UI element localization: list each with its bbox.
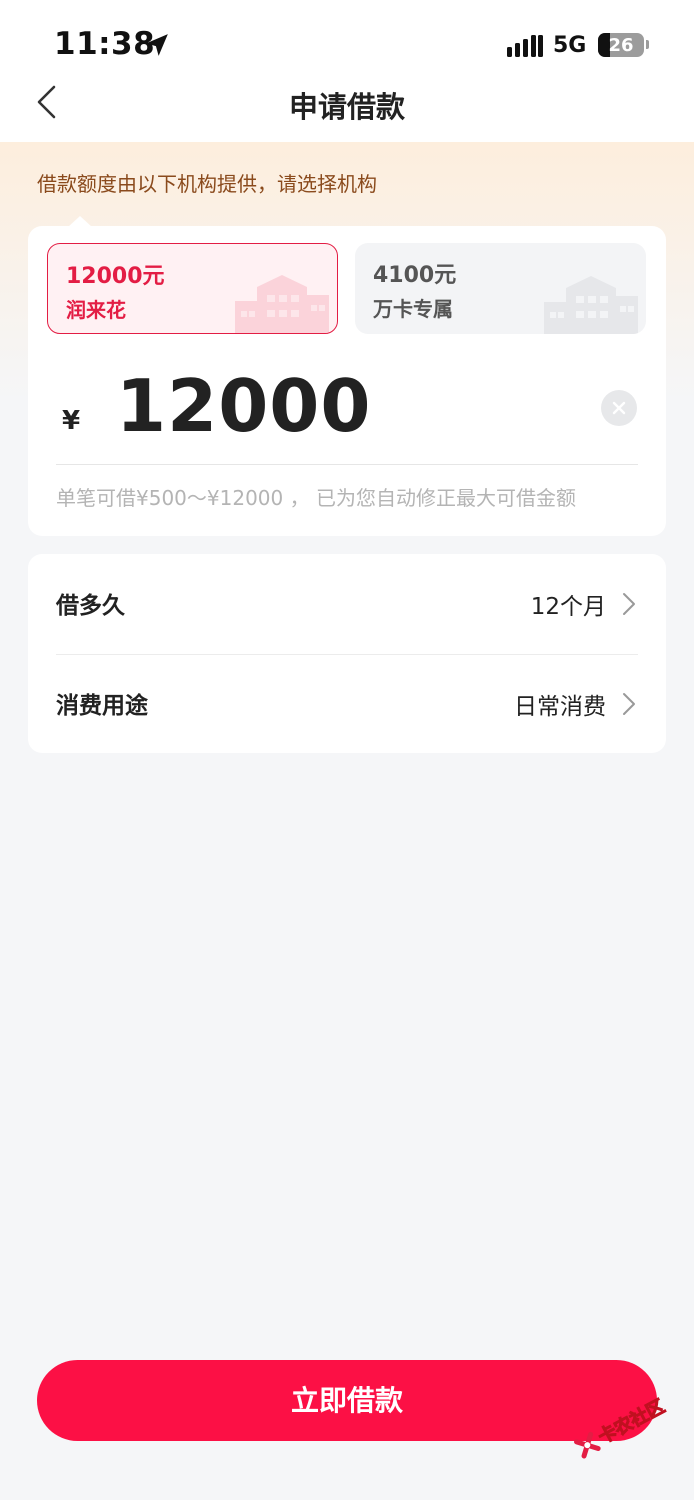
loan-term-value: 12个月 [530, 594, 606, 620]
currency-symbol: ¥ [62, 406, 81, 436]
watermark-text: 卡农社区 [594, 1395, 669, 1449]
nav-bar: 申请借款 [0, 70, 694, 142]
battery-level: 26 [608, 35, 634, 56]
institution-option-wanka[interactable]: 4100元 万卡专属 [355, 243, 646, 334]
location-arrow-icon [146, 34, 168, 56]
page-title: 申请借款 [288, 90, 405, 124]
institution-amount: 4100元 [373, 263, 457, 288]
amount-divider [56, 464, 638, 465]
chevron-right-icon [623, 593, 635, 615]
notice-text: 借款额度由以下机构提供，请选择机构 [37, 172, 377, 196]
institution-name: 润来花 [66, 298, 126, 322]
status-time: 11:38 [54, 26, 156, 62]
institution-option-runlaihua[interactable]: 12000元 润来花 [47, 243, 338, 334]
battery-icon: 26 [598, 33, 644, 57]
close-icon [612, 401, 626, 415]
loan-purpose-row[interactable]: 消费用途 日常消费 [28, 654, 666, 752]
chevron-right-icon [623, 693, 635, 715]
building-icon [544, 276, 638, 334]
signal-bars-icon [507, 35, 543, 57]
building-icon [235, 275, 329, 333]
loan-purpose-label: 消费用途 [56, 693, 148, 719]
loan-amount-card: 12000元 润来花 4100元 万卡专属 ¥ 12000 单笔可借¥500～¥… [28, 226, 666, 536]
loan-options-card: 借多久 12个月 消费用途 日常消费 [28, 554, 666, 753]
loan-term-label: 借多久 [56, 593, 125, 619]
battery-nub [646, 40, 649, 49]
institution-amount: 12000元 [66, 264, 165, 289]
apply-loan-button[interactable]: 立即借款 [37, 1360, 657, 1441]
loan-purpose-value: 日常消费 [514, 694, 606, 720]
clear-amount-button[interactable] [601, 390, 637, 426]
network-type: 5G [553, 33, 587, 58]
loan-term-row[interactable]: 借多久 12个月 [28, 554, 666, 652]
status-bar: 11:38 5G 26 [0, 0, 694, 70]
amount-hint: 单笔可借¥500～¥12000 ， 已为您自动修正最大可借金额 [56, 486, 576, 510]
institution-name: 万卡专属 [373, 297, 453, 321]
loan-amount-input[interactable]: 12000 [116, 364, 536, 454]
